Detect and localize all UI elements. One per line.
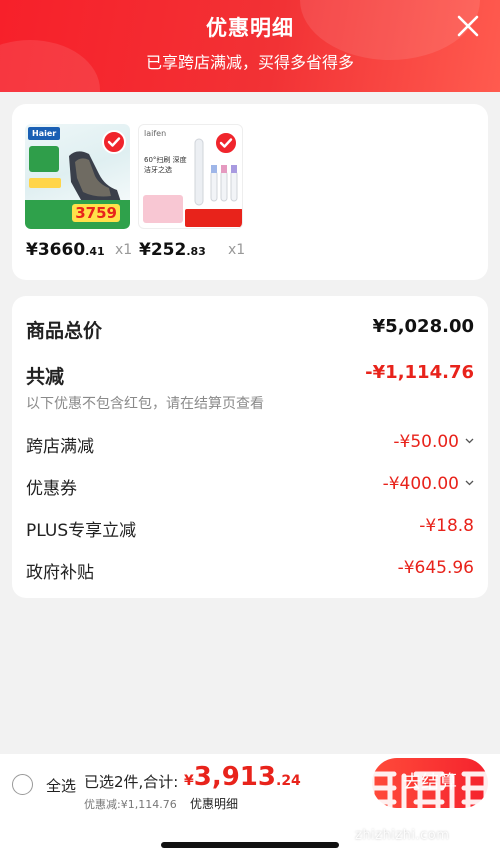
selected-check[interactable] [102, 130, 126, 154]
promo-text: 60°扫刷 深度洁牙之选 [144, 156, 187, 174]
discount-item-cross-store[interactable]: 跨店满减 -¥50.00 [26, 432, 474, 457]
promo-banner: 3759 [25, 200, 130, 229]
promo-pink-tag [143, 195, 183, 223]
currency-symbol: ¥ [184, 773, 194, 789]
discount-item-value-wrap: -¥50.00 [393, 432, 474, 452]
brand-logo: Haier [28, 127, 61, 140]
selected-check[interactable] [214, 131, 238, 155]
page-subtitle: 已享跨店满减，买得多省得多 [145, 53, 354, 72]
price-integer: ¥3660 [26, 240, 86, 260]
watermark-glyphs [353, 771, 493, 825]
brand-logo: laifen [144, 129, 167, 138]
order-total: ¥3,913.24 [184, 762, 301, 792]
discount-item-label: 政府补贴 [26, 563, 94, 583]
selected-count-text: 已选2件,合计: [84, 773, 179, 791]
watermark-url: zhizhizhi.com [355, 828, 450, 843]
checkmark-icon [219, 138, 233, 148]
discount-item-government-subsidy: 政府补贴 -¥645.96 [26, 558, 474, 583]
discount-item-coupon[interactable]: 优惠券 -¥400.00 [26, 474, 474, 499]
total-reduction-value: -¥1,114.76 [365, 362, 474, 383]
checkmark-icon [107, 137, 121, 147]
discount-item-value: -¥400.00 [382, 474, 459, 494]
select-all-radio[interactable] [12, 774, 33, 795]
product-quantity: x1 [115, 242, 133, 258]
saved-amount: 优惠减:¥1,114.76 [84, 798, 177, 811]
close-button[interactable] [454, 12, 482, 40]
total-reduction-label: 共减 [26, 366, 65, 388]
page-title: 优惠明细 [206, 16, 294, 40]
price-decimal: .83 [186, 245, 206, 258]
total-reduction-row: 共减 -¥1,114.76 [26, 362, 474, 388]
promo-banner [185, 209, 242, 227]
discount-item-value: -¥645.96 [397, 558, 474, 578]
chevron-down-icon [465, 438, 474, 444]
discount-item-value-wrap: -¥400.00 [383, 474, 474, 494]
discount-item-value: -¥18.8 [419, 516, 474, 536]
discount-item-label: 优惠券 [26, 479, 77, 499]
total-decimal: .24 [276, 773, 301, 789]
total-integer: 3,913 [193, 762, 276, 792]
close-icon [457, 15, 479, 37]
chevron-down-icon [465, 480, 474, 486]
promo-green-badge [29, 146, 59, 172]
price-decimal: .41 [85, 245, 105, 258]
product-price: ¥3660.41 [26, 240, 105, 260]
old-price-tag [29, 178, 61, 188]
discount-note-text: 以下优惠不包含红包，请在结算页查看 [26, 396, 264, 412]
discount-details-card: 商品总价 ¥5,028.00 共减 -¥1,114.76 以下优惠不包含红包，请… [12, 296, 488, 598]
discount-item-plus: PLUS专享立减 -¥18.8 [26, 516, 474, 541]
discount-item-value: -¥50.00 [393, 432, 459, 452]
discount-detail-link[interactable]: 优惠明细 [190, 795, 238, 812]
product-quantity: x1 [228, 242, 246, 258]
product-list-card: Haier 3759 ¥3660.41 x1 laifen 60°扫刷 深度洁牙… [12, 104, 488, 280]
total-price-label: 商品总价 [26, 320, 103, 342]
price-integer: ¥252 [139, 240, 187, 260]
discount-item-label: PLUS专享立减 [26, 521, 137, 541]
discount-item-label: 跨店满减 [26, 437, 94, 457]
discount-note: 以下优惠不包含红包，请在结算页查看 [26, 393, 474, 413]
total-price-value: ¥5,028.00 [372, 316, 474, 337]
header: 优惠明细 已享跨店满减，买得多省得多 [0, 0, 500, 92]
home-indicator [161, 842, 339, 848]
total-price-row: 商品总价 ¥5,028.00 [26, 316, 474, 342]
product-price: ¥252.83 [139, 240, 206, 260]
select-all-label[interactable]: 全选 [46, 775, 76, 796]
product-thumbnail-toothbrush[interactable]: laifen 60°扫刷 深度洁牙之选 [138, 124, 243, 229]
product-thumbnail-massage-chair[interactable]: Haier 3759 [25, 124, 130, 229]
promo-price: 3759 [72, 204, 120, 222]
